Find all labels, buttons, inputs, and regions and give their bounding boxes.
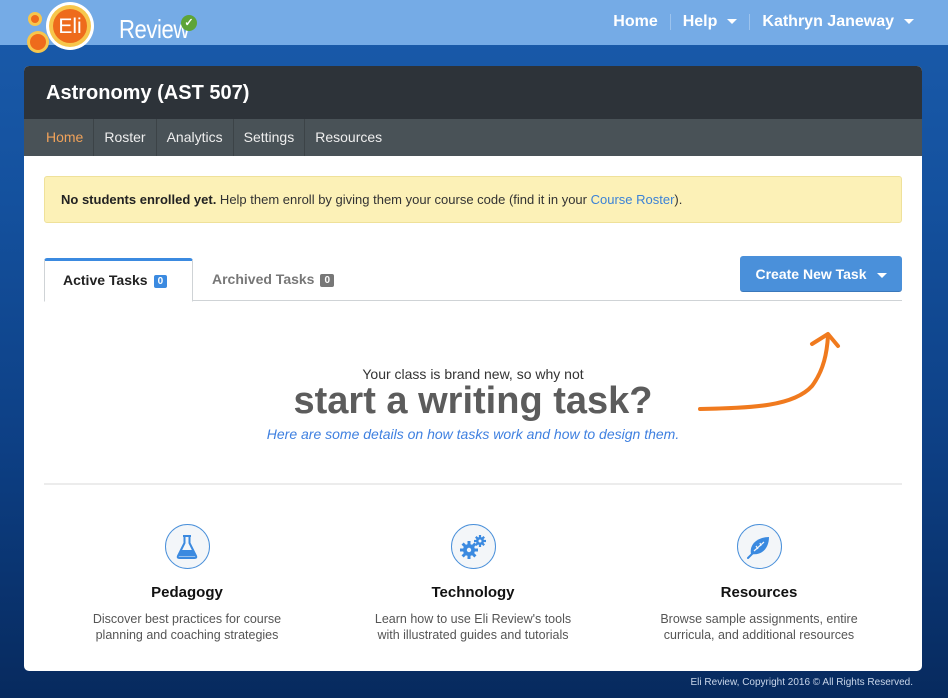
eli-review-logo[interactable]: Eli Review [24,2,189,57]
top-nav-help[interactable]: Help [683,13,738,31]
task-details-link[interactable]: Here are some details on how tasks work … [267,426,679,442]
help-label: Help [682,13,718,30]
feature-resources[interactable]: Resources Browse sample assignments, ent… [616,524,902,643]
course-nav-resources[interactable]: Resources [305,119,392,156]
leaf-icon [736,524,782,569]
alert-bold-text: No students enrolled yet. [61,192,217,207]
top-bar: Eli Review ✓ Home Help Kathryn Janeway [0,0,948,53]
tab-active-tasks[interactable]: Active Tasks 0 [44,258,193,302]
course-roster-link[interactable]: Course Roster [591,192,675,207]
count-badge: 0 [320,274,335,287]
feature-pedagogy[interactable]: Pedagogy Discover best practices for cou… [44,524,330,643]
user-name: Kathryn Janeway [762,13,894,30]
course-nav-roster[interactable]: Roster [94,119,157,156]
course-nav-analytics[interactable]: Analytics [157,119,234,156]
tab-label: Archived Tasks [212,271,315,287]
feature-title: Technology [431,584,515,601]
count-badge: 0 [153,275,168,288]
tab-archived-tasks[interactable]: Archived Tasks 0 [194,258,352,301]
course-header: Astronomy (AST 507) [24,66,922,119]
course-title: Astronomy (AST 507) [46,82,250,104]
empty-state: Your class is brand new, so why not star… [24,366,922,444]
check-circle-icon: ✓ [181,15,197,31]
alert-text: Help them enroll by giving them your cou… [216,192,591,207]
course-panel: Astronomy (AST 507) Home Roster Analytic… [24,66,922,671]
svg-text:Eli: Eli [58,15,81,38]
user-menu[interactable]: Kathryn Janeway [762,13,914,31]
top-nav: Home Help Kathryn Janeway [613,13,914,31]
button-label: Create New Task [755,266,867,282]
feature-title: Resources [720,584,798,601]
logo-text: Review [119,14,189,44]
copyright-footer: Eli Review, Copyright 2016 © All Rights … [690,677,913,688]
chevron-down-icon [727,19,738,25]
top-nav-home[interactable]: Home [613,13,657,31]
chevron-down-icon [876,272,887,278]
tab-label: Active Tasks [63,272,148,288]
logo-circles-icon: Eli [27,2,94,53]
feature-description: Discover best practices for course plann… [92,612,282,642]
feature-description: Learn how to use Eli Review's tools with… [374,612,572,642]
alert-end: ). [674,192,683,207]
feature-description: Browse sample assignments, entire curric… [660,612,858,642]
divider [749,14,751,30]
feature-technology[interactable]: Technology Learn how to use Eli Review's… [330,524,616,643]
feature-list: Pedagogy Discover best practices for cou… [24,524,922,643]
flask-icon [164,524,210,569]
section-divider [44,483,902,485]
course-nav-home[interactable]: Home [24,119,95,156]
empty-state-title: start a writing task? [293,380,653,422]
gears-icon [450,524,496,569]
divider [669,14,671,30]
course-nav-settings[interactable]: Settings [234,119,306,156]
feature-title: Pedagogy [151,584,223,601]
enrollment-alert: No students enrolled yet. Help them enro… [44,176,902,223]
course-nav: Home Roster Analytics Settings Resources [24,119,922,156]
create-new-task-button[interactable]: Create New Task [740,256,902,292]
chevron-down-icon [904,19,914,25]
